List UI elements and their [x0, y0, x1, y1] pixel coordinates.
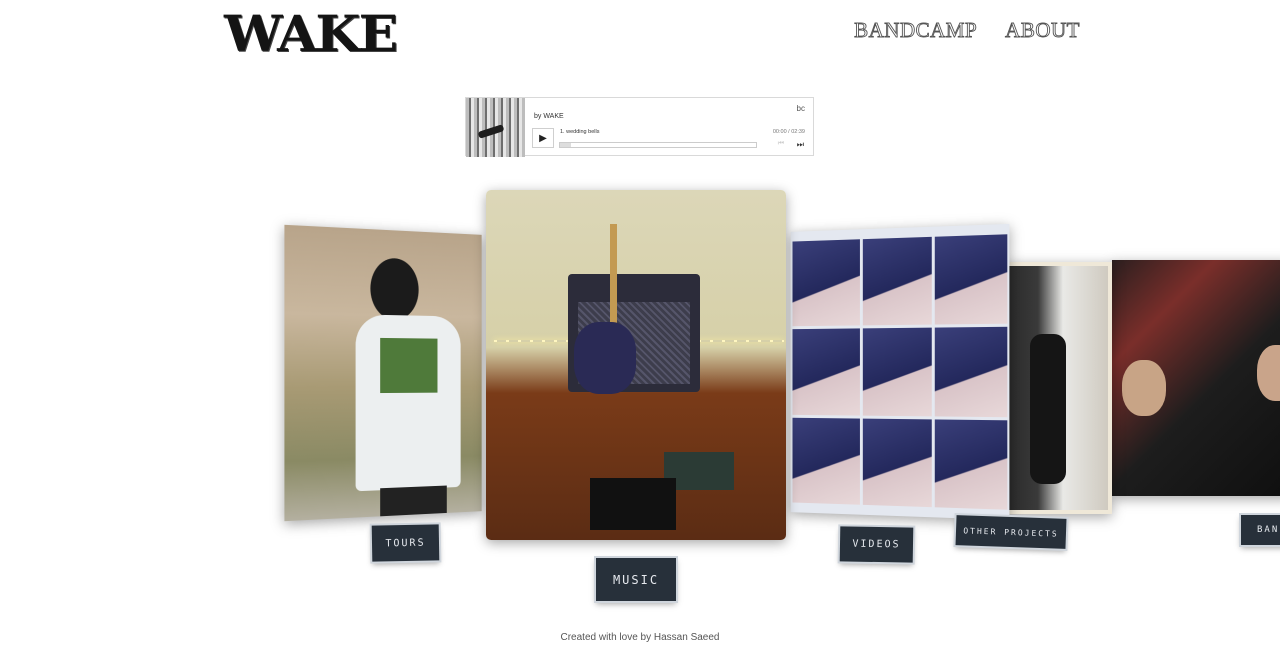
card-other-projects[interactable] [1004, 262, 1112, 514]
play-button[interactable]: ▶ [532, 128, 554, 148]
main-nav: BANDCAMP ABOUT [854, 18, 1080, 43]
band-member-face [1122, 360, 1166, 416]
card-music[interactable] [486, 190, 786, 540]
shirt-print [380, 337, 438, 394]
nav-bandcamp[interactable]: BANDCAMP [854, 18, 977, 43]
bandcamp-logo[interactable]: bc [797, 104, 805, 113]
artist-byline[interactable]: by WAKE [534, 113, 564, 120]
video-thumbnail [862, 327, 933, 417]
person-legs [380, 485, 447, 519]
card-videos[interactable] [790, 223, 1010, 521]
progress-knob[interactable] [560, 143, 571, 147]
card-tours[interactable] [284, 224, 482, 522]
label-tours[interactable]: TOURS [371, 524, 440, 562]
track-time: 00:00 / 02:39 [772, 129, 805, 135]
person-head [370, 257, 419, 321]
label-band[interactable]: BAN [1241, 515, 1280, 545]
video-thumbnail [792, 328, 860, 416]
prev-track-icon[interactable]: ⏮ [778, 140, 784, 148]
band-member-face [1257, 345, 1280, 401]
track-title[interactable]: 1. wedding bells [560, 129, 599, 135]
footer-credit: Created with love by Hassan Saeed [560, 632, 720, 643]
performer-figure [1030, 334, 1066, 484]
video-thumbnail [935, 327, 1008, 417]
play-icon: ▶ [539, 132, 547, 144]
video-thumbnail [935, 234, 1008, 325]
bandcamp-player: bc by WAKE ▶ 1. wedding bells 00:00 / 02… [465, 97, 814, 157]
album-art[interactable] [466, 98, 525, 157]
label-music[interactable]: MUSIC [596, 558, 676, 601]
site-logo[interactable]: WAKE [224, 6, 398, 64]
video-thumbnail [862, 236, 933, 326]
progress-bar[interactable] [559, 142, 757, 148]
card-band[interactable] [1112, 260, 1280, 496]
video-thumbnail [935, 419, 1008, 510]
video-thumbnail [792, 239, 860, 327]
label-videos[interactable]: VIDEOS [839, 526, 914, 563]
guitar-neck [610, 224, 617, 328]
pedal-power [590, 478, 676, 530]
plane-shape [477, 124, 505, 139]
label-other-projects[interactable]: OTHER PROJECTS [955, 515, 1067, 549]
video-thumbnail [792, 417, 860, 505]
video-thumbnail [862, 418, 933, 508]
nav-about[interactable]: ABOUT [1005, 18, 1080, 43]
next-track-icon[interactable]: ⏭ [797, 140, 804, 150]
guitar-body [574, 322, 636, 394]
